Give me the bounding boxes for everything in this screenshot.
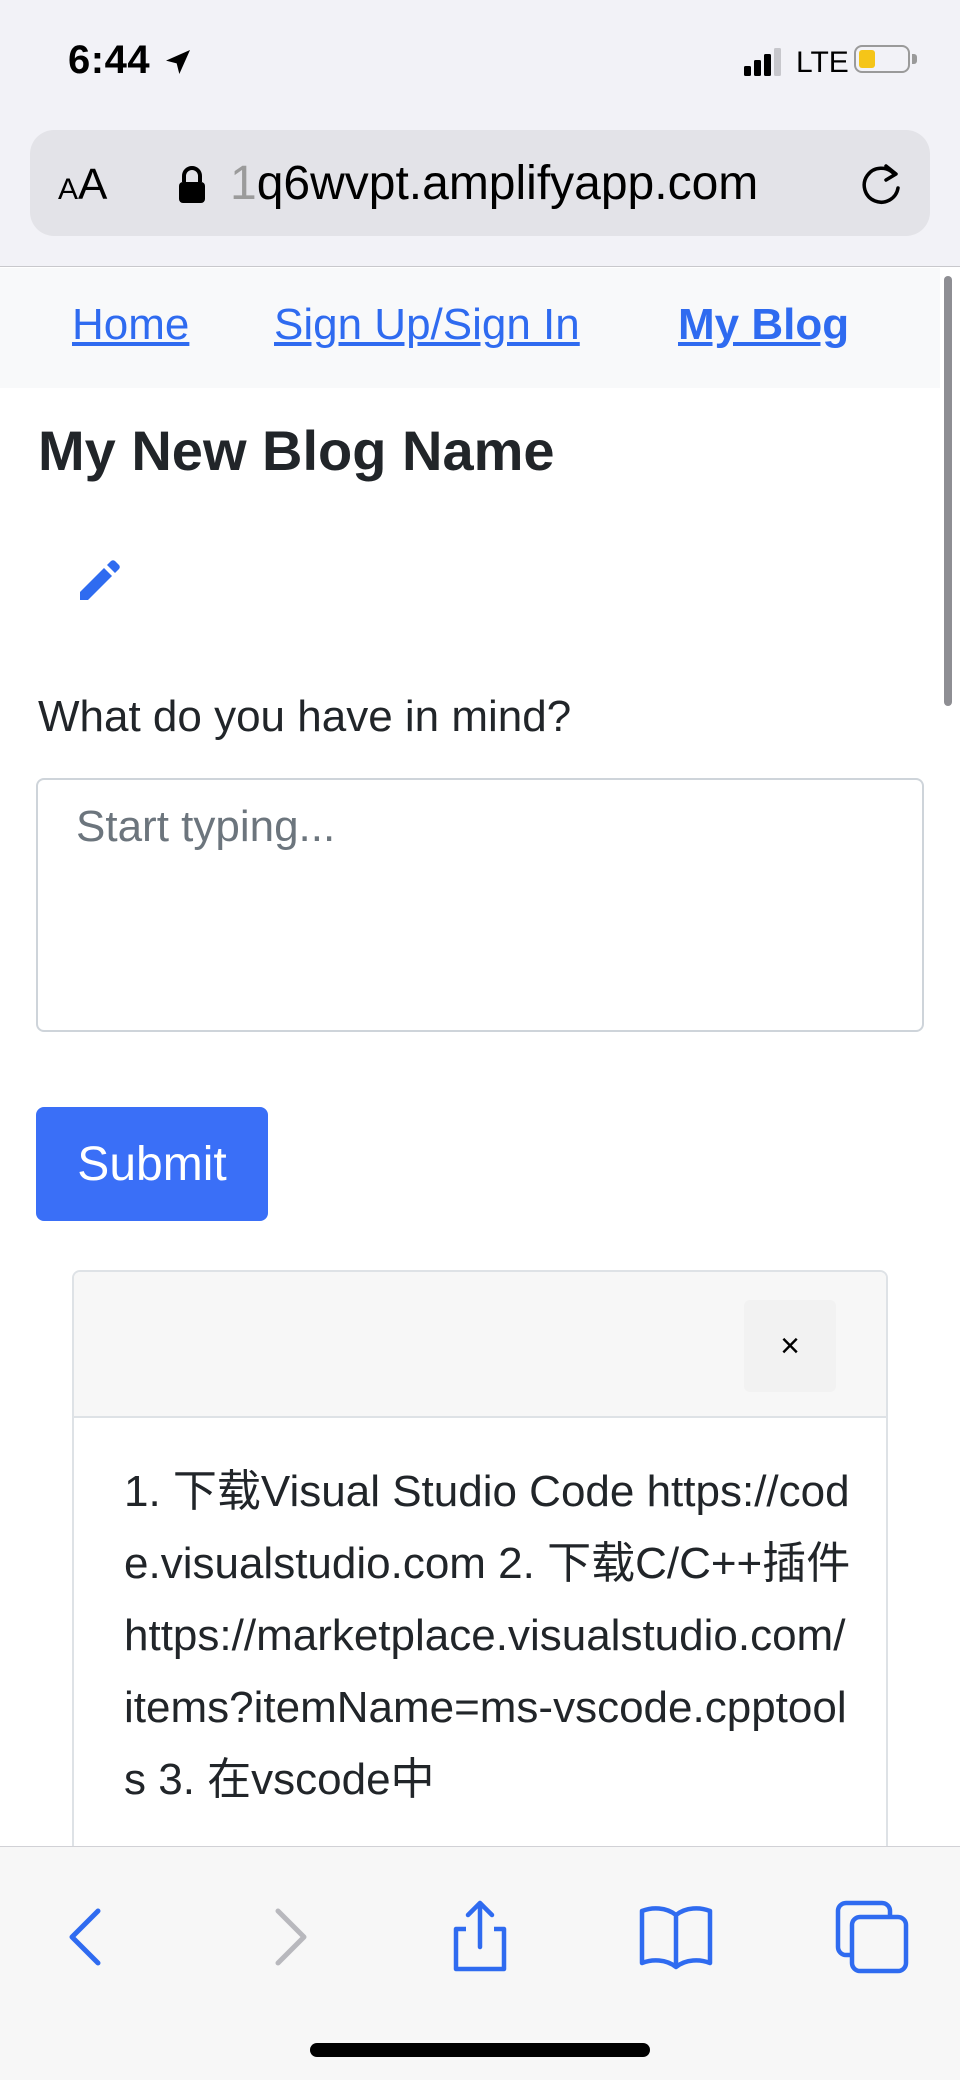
- post-body: 1. 下载Visual Studio Code https://code.vis…: [124, 1467, 851, 1804]
- status-time: 6:44: [68, 38, 151, 82]
- book-icon[interactable]: [636, 1897, 716, 1977]
- pencil-icon[interactable]: [68, 548, 132, 612]
- battery-icon: [854, 45, 910, 73]
- cellular-signal-icon: [744, 48, 781, 76]
- close-button[interactable]: ×: [744, 1300, 836, 1392]
- nav-my-blog-link[interactable]: My Blog: [678, 300, 849, 350]
- reload-icon[interactable]: [856, 160, 906, 210]
- tabs-icon[interactable]: [832, 1897, 912, 1977]
- address-bar[interactable]: AA 1q6wvpt.amplifyapp.com: [30, 130, 930, 236]
- location-arrow-icon: [166, 50, 190, 74]
- chevron-right-icon[interactable]: [248, 1897, 328, 1977]
- url-text[interactable]: 1q6wvpt.amplifyapp.com: [230, 156, 758, 211]
- prompt-label: What do you have in mind?: [38, 692, 572, 741]
- scrollbar[interactable]: [944, 276, 952, 706]
- lock-icon: [179, 166, 205, 203]
- network-type: LTE: [796, 46, 849, 79]
- top-nav: Home Sign Up/Sign In My Blog: [0, 268, 940, 388]
- text-size-button[interactable]: AA: [58, 160, 107, 210]
- status-bar: 6:44 LTE: [0, 0, 960, 124]
- nav-home-link[interactable]: Home: [72, 300, 189, 350]
- post-card-header: ×: [74, 1272, 886, 1418]
- home-indicator: [310, 2043, 650, 2057]
- post-textarea[interactable]: [36, 778, 924, 1032]
- chevron-left-icon[interactable]: [48, 1897, 128, 1977]
- browser-address-area: AA 1q6wvpt.amplifyapp.com: [0, 124, 960, 267]
- battery-tip: [912, 54, 917, 64]
- submit-button[interactable]: Submit: [36, 1107, 268, 1221]
- page-title: My New Blog Name: [38, 419, 555, 482]
- share-icon[interactable]: [440, 1897, 520, 1977]
- nav-signin-link[interactable]: Sign Up/Sign In: [274, 300, 580, 350]
- browser-toolbar: [0, 1846, 960, 2080]
